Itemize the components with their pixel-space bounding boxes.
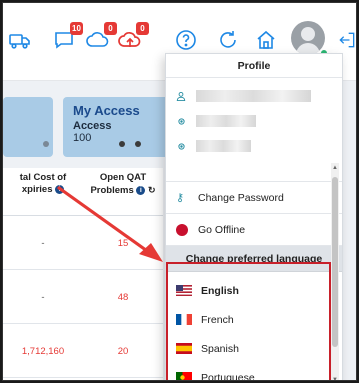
dropdown-header: Profile: [166, 54, 342, 78]
table-row: 1,712,160 20: [3, 324, 163, 378]
user-icon: [176, 91, 186, 101]
dropdown-scrollbar[interactable]: ▲ ▼: [331, 163, 339, 380]
chat-icon[interactable]: 10: [51, 22, 83, 53]
change-password-item[interactable]: ⚷ Change Password: [166, 182, 342, 214]
key-icon: ⚷: [176, 192, 185, 204]
card-subtitle: Access: [73, 120, 112, 132]
redacted-user-name: [196, 90, 311, 102]
cloud-upload-icon[interactable]: 0: [117, 22, 149, 53]
column-header-total-cost[interactable]: tal Cost of xpiries i: [3, 168, 83, 216]
dashboard-card[interactable]: [3, 97, 53, 157]
column-header-open-qat[interactable]: Open QAT Problems i ↻: [83, 168, 163, 216]
card-pagination-dots: [119, 141, 141, 147]
app-frame: 10 0 0 My Access Access 100 tal Cost of …: [2, 2, 357, 381]
table-cell: 48: [117, 291, 129, 303]
refresh-icon[interactable]: [215, 27, 241, 53]
sync-badge: 0: [104, 22, 117, 35]
table-row: - 48: [3, 270, 163, 324]
card-title: My Access: [73, 103, 140, 118]
profile-avatar[interactable]: [291, 21, 329, 58]
chat-badge: 10: [70, 22, 83, 35]
table-cell: -: [41, 291, 45, 303]
go-offline-item[interactable]: Go Offline: [166, 214, 342, 246]
redacted-email: [196, 140, 251, 152]
offline-icon: [176, 223, 188, 236]
profile-dropdown: Profile ⚷ Change Password Go Offline Cha…: [165, 53, 343, 380]
help-icon[interactable]: [173, 27, 199, 53]
table-cell: 15: [117, 237, 129, 249]
table-row: - 15: [3, 216, 163, 270]
data-table: tal Cost of xpiries i Open QAT Problems …: [3, 168, 163, 380]
scroll-down-icon[interactable]: ▼: [332, 377, 338, 380]
table-cell: 1,712,160: [21, 345, 65, 357]
truck-icon[interactable]: [7, 27, 33, 53]
sync-icon[interactable]: 0: [85, 22, 117, 53]
upload-badge: 0: [136, 22, 149, 35]
info-icon: i: [55, 184, 65, 194]
table-cell: 20: [117, 345, 129, 357]
scroll-thumb[interactable]: [332, 177, 338, 347]
language-highlight-box: [166, 262, 331, 380]
my-access-card[interactable]: My Access Access 100: [63, 97, 178, 157]
info-icon: i: [136, 185, 146, 195]
table-cell: -: [41, 237, 45, 249]
profile-details: [166, 78, 342, 182]
redacted-organization: [196, 115, 256, 127]
org-icon: [176, 116, 186, 126]
scroll-up-icon[interactable]: ▲: [332, 165, 338, 171]
home-icon[interactable]: [253, 27, 279, 53]
logout-icon[interactable]: [337, 27, 356, 53]
refresh-icon[interactable]: ↻: [148, 185, 156, 195]
email-icon: [176, 141, 186, 151]
